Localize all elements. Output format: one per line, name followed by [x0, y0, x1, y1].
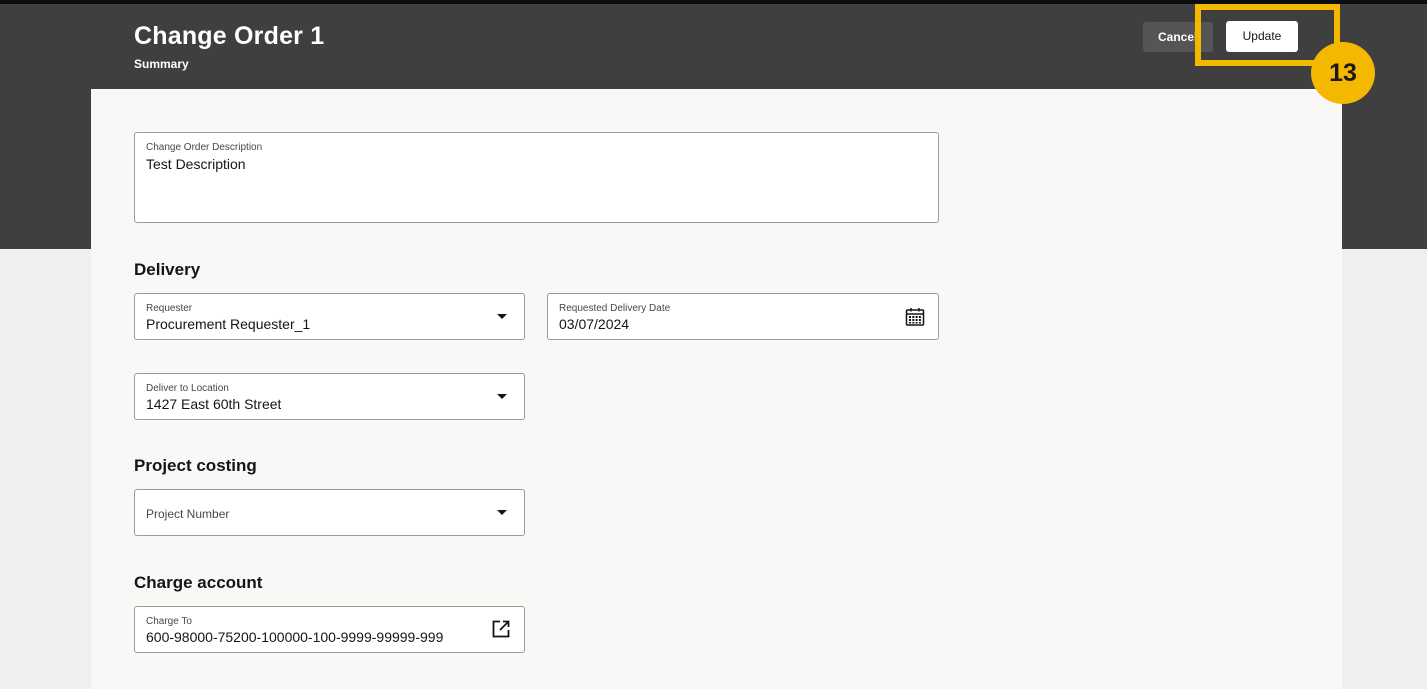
- description-value: Test Description: [146, 156, 246, 172]
- chevron-down-icon[interactable]: [497, 394, 507, 399]
- requested-delivery-date-label: Requested Delivery Date: [559, 303, 671, 314]
- project-number-placeholder: Project Number: [146, 507, 230, 521]
- requested-delivery-date-field[interactable]: Requested Delivery Date 03/07/2024: [547, 293, 939, 340]
- deliver-to-location-select[interactable]: Deliver to Location 1427 East 60th Stree…: [134, 373, 525, 420]
- requester-label: Requester: [146, 303, 193, 314]
- page-title: Change Order 1: [134, 22, 325, 50]
- requester-select[interactable]: Requester Procurement Requester_1: [134, 293, 525, 340]
- charge-to-field[interactable]: Charge To 600-98000-75200-100000-100-999…: [134, 606, 525, 653]
- delivery-section-title: Delivery: [134, 260, 201, 279]
- page-subtitle: Summary: [134, 57, 189, 71]
- cancel-button[interactable]: Cancel: [1143, 22, 1213, 52]
- chevron-down-icon[interactable]: [497, 510, 507, 515]
- charge-account-section-title: Charge account: [134, 573, 263, 592]
- description-field[interactable]: Change Order Description Test Descriptio…: [134, 132, 939, 223]
- charge-to-value: 600-98000-75200-100000-100-9999-99999-99…: [146, 629, 444, 645]
- description-label: Change Order Description: [146, 142, 263, 153]
- requested-delivery-date-value: 03/07/2024: [559, 316, 630, 332]
- step-number-badge: 13: [1311, 42, 1375, 104]
- charge-to-label: Charge To: [146, 616, 192, 627]
- chevron-down-icon[interactable]: [497, 314, 507, 319]
- deliver-to-location-label: Deliver to Location: [146, 383, 229, 394]
- update-button[interactable]: Update: [1226, 21, 1298, 52]
- project-number-select[interactable]: Project Number: [134, 489, 525, 536]
- project-costing-section-title: Project costing: [134, 456, 257, 475]
- deliver-to-location-value: 1427 East 60th Street: [146, 396, 282, 412]
- requester-value: Procurement Requester_1: [146, 316, 311, 332]
- calendar-icon[interactable]: [905, 307, 925, 327]
- external-link-icon[interactable]: [491, 619, 511, 639]
